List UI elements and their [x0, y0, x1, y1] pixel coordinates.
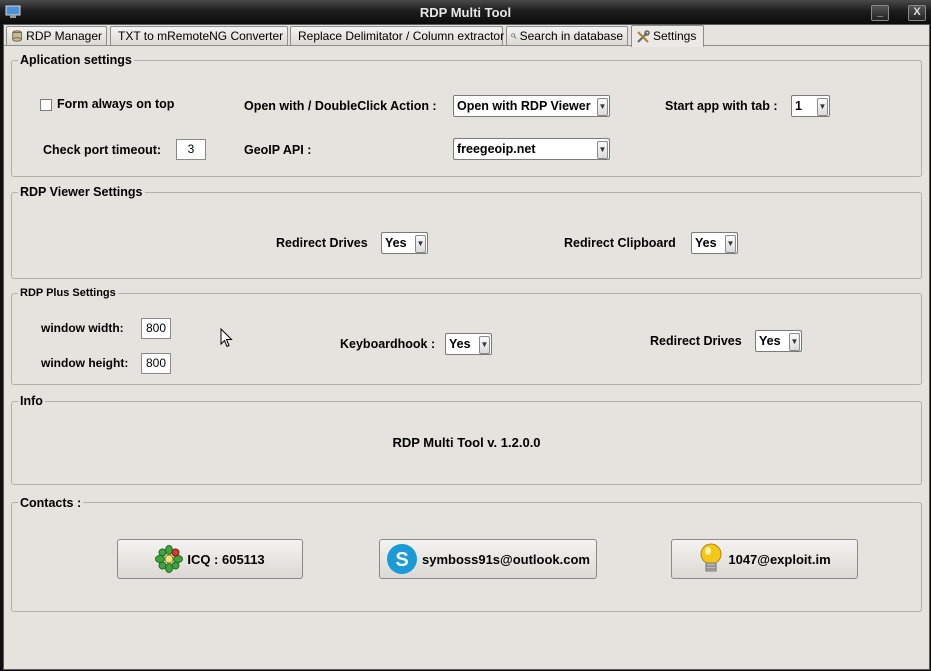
skype-button[interactable]: S symboss91s@outlook.com — [379, 539, 597, 579]
plus-redirect-drives-label: Redirect Drives — [650, 334, 742, 348]
open-with-label: Open with / DoubleClick Action : — [244, 99, 437, 113]
viewer-redirect-drives-select[interactable]: Yes ▼ — [381, 232, 428, 254]
window-width-input[interactable]: 800 — [141, 318, 171, 339]
group-title: Contacts : — [18, 496, 84, 510]
chevron-down-icon: ▼ — [597, 141, 608, 159]
title-bar: RDP Multi Tool _ X — [0, 0, 931, 24]
group-title: Aplication settings — [18, 53, 134, 67]
window-title: RDP Multi Tool — [419, 5, 512, 20]
jabber-label: 1047@exploit.im — [728, 551, 831, 567]
skype-icon: S — [386, 544, 417, 574]
window-height-label: window height: — [41, 356, 129, 370]
geoip-value: freegeoip.net — [457, 142, 536, 156]
group-title: RDP Plus Settings — [18, 287, 118, 299]
port-timeout-label: Check port timeout: — [43, 143, 162, 157]
chevron-down-icon: ▼ — [415, 235, 426, 253]
window-height-input[interactable]: 800 — [141, 353, 171, 374]
window-width-label: window width: — [41, 321, 124, 335]
svg-text:S: S — [395, 549, 408, 571]
geoip-select[interactable]: freegeoip.net ▼ — [453, 138, 610, 160]
database-icon — [12, 30, 22, 42]
plus-redirect-drives-value: Yes — [759, 334, 781, 348]
open-with-select[interactable]: Open with RDP Viewer ▼ — [453, 95, 610, 117]
form-on-top-label: Form always on top — [57, 97, 175, 111]
viewer-redirect-clipboard-label: Redirect Clipboard — [564, 236, 676, 250]
start-tab-label: Start app with tab : — [665, 99, 778, 113]
keyboardhook-label: Keyboardhook : — [340, 337, 436, 351]
viewer-redirect-drives-label: Redirect Drives — [276, 236, 368, 250]
chevron-down-icon: ▼ — [817, 98, 828, 116]
tools-icon — [637, 29, 650, 43]
main-window-body: RDP Manager R TXT to mRemoteNG Converter… — [3, 24, 930, 670]
skype-label: symboss91s@outlook.com — [421, 551, 590, 567]
search-icon — [511, 33, 517, 39]
tab-search-database[interactable]: Search in database — [506, 26, 628, 45]
minimize-button[interactable]: _ — [871, 5, 889, 21]
group-title: Info — [18, 394, 45, 408]
jabber-button[interactable]: 1047@exploit.im — [671, 539, 858, 579]
port-timeout-input[interactable]: 3 — [176, 139, 206, 160]
open-with-value: Open with RDP Viewer — [457, 99, 591, 113]
start-tab-value: 1 — [795, 99, 802, 113]
close-button[interactable]: X — [908, 5, 926, 21]
version-text: RDP Multi Tool v. 1.2.0.0 — [392, 435, 541, 450]
tab-label: Settings — [653, 29, 697, 43]
tab-label: Replace Delimitator / Column extractor — [298, 28, 505, 43]
lightbulb-icon — [700, 543, 722, 572]
tab-rdp-manager[interactable]: RDP Manager — [6, 26, 107, 45]
chevron-down-icon: ▼ — [725, 235, 736, 253]
rdp-viewer-settings-group — [11, 192, 922, 279]
viewer-redirect-drives-value: Yes — [385, 236, 407, 250]
tab-label: TXT to mRemoteNG Converter — [118, 28, 284, 43]
plus-redirect-drives-select[interactable]: Yes ▼ — [755, 330, 802, 352]
keyboardhook-select[interactable]: Yes ▼ — [445, 333, 492, 355]
tab-replace-delimitator[interactable]: Replace Delimitator / Column extractor — [290, 26, 505, 45]
group-title: RDP Viewer Settings — [18, 185, 145, 199]
icq-label: ICQ : 605113 — [187, 551, 265, 567]
mouse-cursor-icon — [220, 328, 233, 348]
geoip-label: GeoIP API : — [244, 143, 312, 157]
tab-txt-converter[interactable]: R TXT to mRemoteNG Converter — [110, 26, 288, 45]
keyboardhook-value: Yes — [449, 337, 471, 351]
viewer-redirect-clipboard-select[interactable]: Yes ▼ — [691, 232, 738, 254]
viewer-redirect-clipboard-value: Yes — [695, 236, 717, 250]
tab-label: Search in database — [519, 28, 623, 43]
icq-flower-icon — [155, 545, 184, 573]
icq-button[interactable]: ICQ : 605113 — [117, 539, 303, 579]
tab-label: RDP Manager — [26, 28, 102, 43]
chevron-down-icon: ▼ — [789, 333, 800, 351]
tab-settings[interactable]: Settings — [631, 25, 704, 47]
start-tab-select[interactable]: 1 ▼ — [791, 95, 830, 117]
chevron-down-icon: ▼ — [479, 336, 490, 354]
form-on-top-checkbox[interactable] — [40, 99, 52, 111]
chevron-down-icon: ▼ — [597, 98, 608, 116]
